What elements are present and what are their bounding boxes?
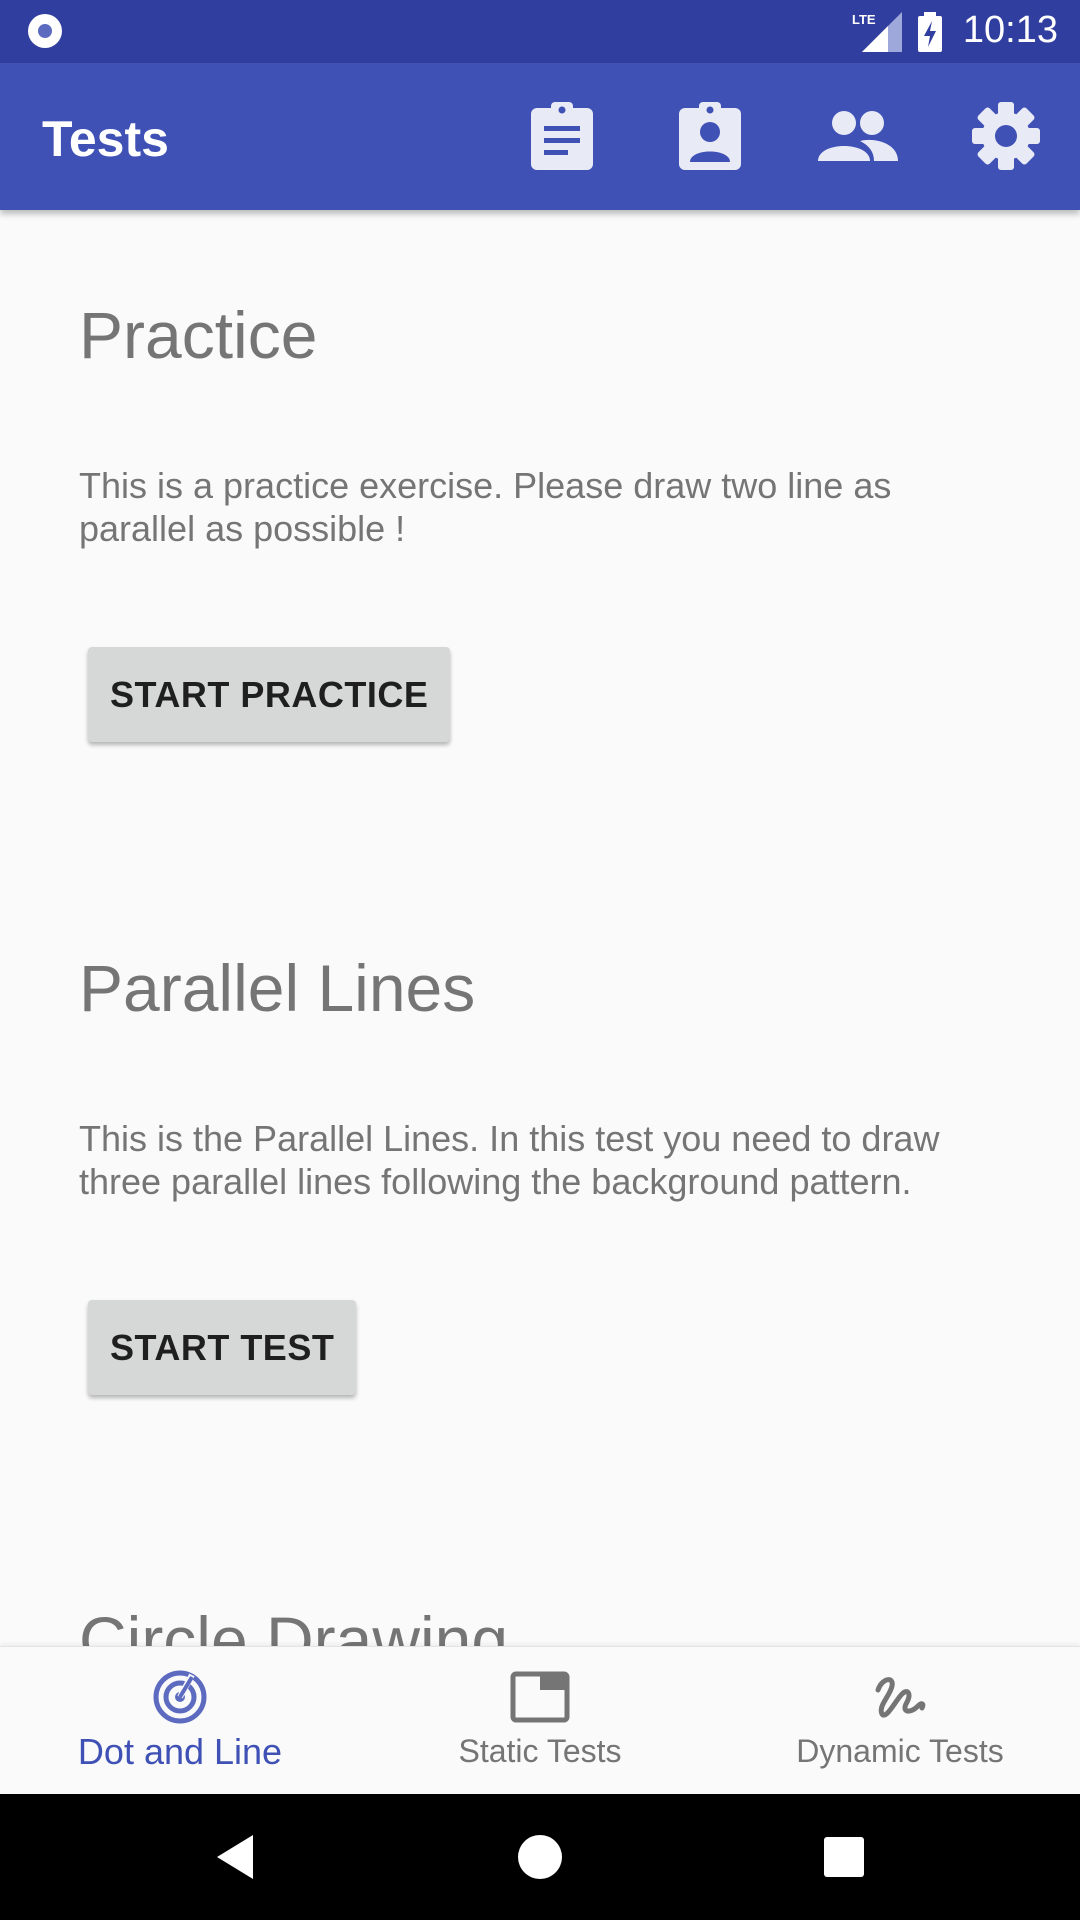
assignment-icon[interactable] [522, 96, 602, 176]
nav-label-dot-and-line: Dot and Line [77, 1731, 283, 1772]
section-description-practice: This is a practice exercise. Please draw… [79, 465, 892, 549]
system-navigation-bar [0, 1794, 1080, 1920]
start-test-button[interactable]: START TEST [88, 1300, 357, 1395]
nav-label-dynamic-tests: Dynamic Tests [796, 1733, 1004, 1769]
nav-item-dynamic-tests[interactable]: Dynamic Tests [720, 1647, 1080, 1795]
start-practice-button[interactable]: START PRACTICE [88, 647, 451, 742]
people-icon[interactable] [818, 96, 898, 176]
recents-icon[interactable] [816, 1829, 872, 1885]
status-bar: LTE 10:13 [0, 0, 1080, 63]
app-title: Tests [42, 111, 169, 167]
home-icon[interactable] [512, 1829, 568, 1885]
gesture-icon [872, 1669, 928, 1725]
section-title-practice: Practice [79, 298, 318, 372]
notification-dot-icon [28, 14, 62, 48]
signal-icon [862, 12, 902, 52]
screen: LTE 10:13 Tests Practice This is a pract… [0, 0, 1080, 1920]
target-icon [152, 1669, 208, 1725]
status-time: 10:13 [962, 9, 1058, 51]
battery-charging-icon [918, 12, 942, 52]
test-list[interactable]: Practice This is a practice exercise. Pl… [0, 210, 1080, 1646]
app-bar: Tests [0, 63, 1080, 210]
settings-icon[interactable] [966, 96, 1046, 176]
section-title-circle-drawing: Circle Drawing [79, 1603, 509, 1646]
nav-item-dot-and-line[interactable]: Dot and Line [0, 1647, 360, 1795]
section-description-parallel-lines: This is the Parallel Lines. In this test… [79, 1118, 940, 1202]
assignment-ind-icon[interactable] [670, 96, 750, 176]
section-title-parallel-lines: Parallel Lines [79, 951, 476, 1025]
back-icon[interactable] [207, 1829, 263, 1885]
bottom-navigation: Dot and Line Static Tests Dynamic Tests [0, 1646, 1080, 1795]
window-icon [510, 1669, 570, 1725]
nav-item-static-tests[interactable]: Static Tests [360, 1647, 720, 1795]
nav-label-static-tests: Static Tests [458, 1733, 622, 1769]
